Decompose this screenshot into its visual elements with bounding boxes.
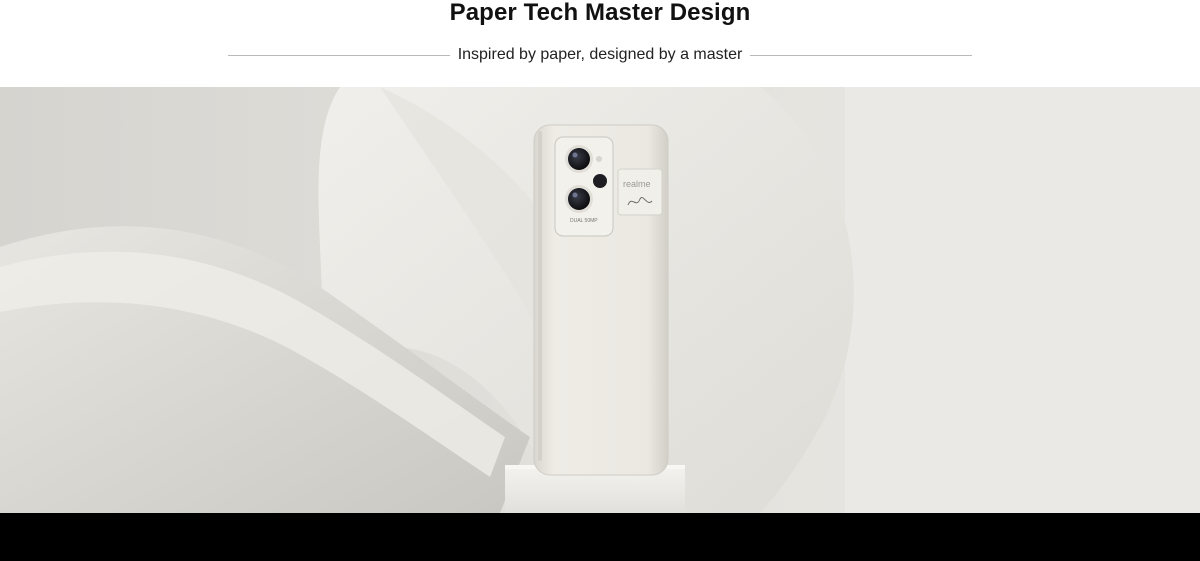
phone-illustration: DUAL 50MP realme (533, 124, 669, 476)
section-header: Paper Tech Master Design Inspired by pap… (0, 0, 1200, 87)
bottom-black-bar (0, 513, 1200, 561)
badge-brand: realme (623, 179, 651, 189)
right-divider (750, 54, 972, 56)
hero-product-image: DUAL 50MP realme (0, 87, 1200, 513)
hero-illustration: DUAL 50MP realme (0, 87, 1200, 513)
page: Paper Tech Master Design Inspired by pap… (0, 0, 1200, 561)
section-title: Paper Tech Master Design (449, 0, 751, 26)
subtitle-row: Inspired by paper, designed by a master (228, 43, 972, 67)
camera-label: DUAL 50MP (570, 218, 598, 224)
left-divider (228, 54, 450, 56)
section-subtitle: Inspired by paper, designed by a master (457, 46, 743, 63)
